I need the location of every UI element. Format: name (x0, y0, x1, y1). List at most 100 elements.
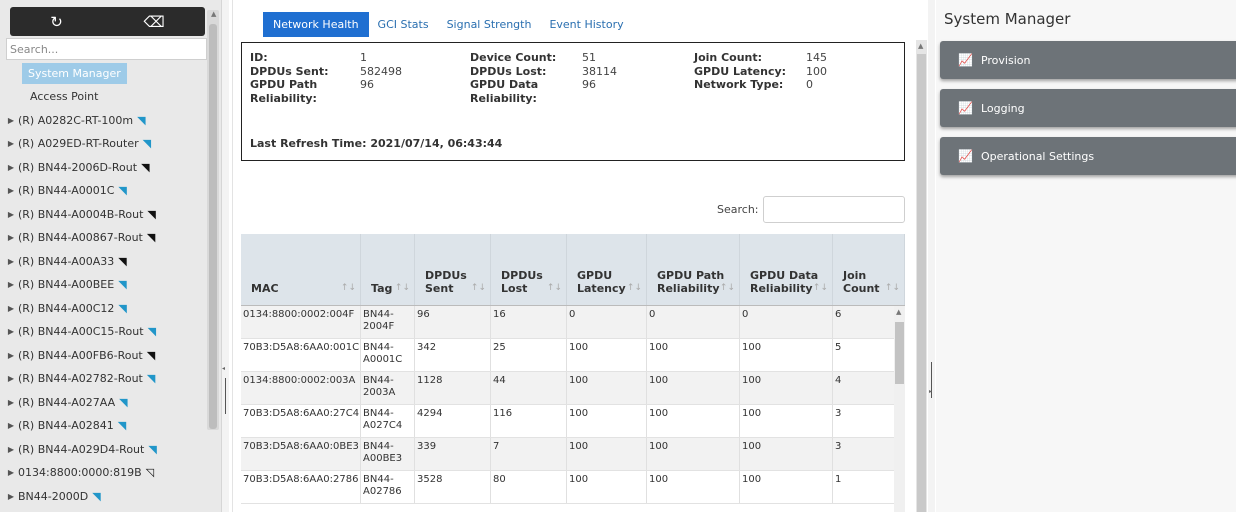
column-header[interactable]: GPDU Data Reliability ↑↓ (740, 234, 833, 305)
left-splitter[interactable]: ◂ (222, 0, 229, 512)
tree-item[interactable]: ▶ (R) BN44-A027AA ◥ (0, 391, 207, 415)
sort-icon[interactable]: ↑↓ (395, 282, 410, 295)
column-header[interactable]: DPDUs Lost ↑↓ (491, 234, 567, 305)
collapse-right-icon[interactable]: ▸ (929, 388, 932, 395)
table-cell: 70B3:D5A8:6AA0:0BE3 (241, 438, 361, 470)
summary-key: GPDU Data Reliability: (470, 78, 539, 105)
expand-caret-icon[interactable]: ▶ (0, 468, 18, 477)
wifi-signal-icon: ◥ (141, 160, 150, 174)
tree-item[interactable]: ▶ (R) BN44-A02841 ◥ (0, 414, 207, 438)
center-scroll-thumb[interactable] (917, 54, 926, 512)
sort-icon[interactable]: ↑↓ (547, 282, 562, 295)
table-row[interactable]: 70B3:D5A8:6AA0:2786 BN44-A02786 3528 80 100 1… (241, 471, 905, 504)
tree-item[interactable]: ▶ (R) BN44-A00A33 ◥ (0, 250, 207, 274)
tree-item[interactable]: ▶ (R) BN44-A00C12 ◥ (0, 297, 207, 321)
column-header[interactable]: Join Count ↑↓ (833, 234, 905, 305)
tree-item-label: (R) BN44-A00BEE (18, 278, 115, 292)
tab-event-history[interactable]: Event History (540, 12, 632, 37)
wifi-signal-icon: ◥ (92, 489, 101, 503)
expand-caret-icon[interactable]: ▶ (0, 398, 18, 407)
table-scrollbar[interactable]: ▲ (894, 306, 905, 512)
table-search-input[interactable] (762, 196, 905, 223)
table-row[interactable]: 0134:8800:0002:003A BN44-2003A 1128 44 100 10… (241, 372, 905, 405)
sort-icon[interactable]: ↑↓ (471, 282, 486, 295)
expand-caret-icon[interactable]: ▶ (0, 327, 18, 336)
expand-caret-icon[interactable]: ▶ (0, 163, 18, 172)
tree-item[interactable]: ▶ (R) BN44-2006D-Rout ◥ (0, 156, 207, 180)
summary-value: 96 (360, 78, 374, 91)
sort-icon[interactable]: ↑↓ (341, 282, 356, 295)
column-header[interactable]: MAC ↑↓ (241, 234, 361, 305)
tree-item[interactable]: ▶ (R) BN44-A00C15-Rout ◥ (0, 320, 207, 344)
tree-item[interactable]: ▶ (R) BN44-A00BEE ◥ (0, 273, 207, 297)
tree-item[interactable]: System Manager (22, 63, 127, 84)
system-manager-panel: System Manager 📈 Provision 📈 Logging 📈 Operat… (936, 0, 1236, 512)
tree-item[interactable]: Access Point (0, 85, 207, 109)
tree-item[interactable]: ▶ (R) BN44-A02782-Rout ◥ (0, 367, 207, 391)
column-header[interactable]: GPDU Path Reliability ↑↓ (647, 234, 740, 305)
column-header[interactable]: Tag ↑↓ (361, 234, 415, 305)
table-row[interactable]: 70B3:D5A8:6AA0:27C4 BN44-A027C4 4294 116 100… (241, 405, 905, 438)
tree-item[interactable]: ▶ (R) BN44-A0001C ◥ (0, 179, 207, 203)
table-row[interactable]: 70B3:D5A8:6AA0:001C BN44-A0001C 342 25 100 10… (241, 339, 905, 372)
accordion-provision[interactable]: 📈 Provision (940, 41, 1236, 79)
expand-caret-icon[interactable]: ▶ (0, 304, 18, 313)
table-row[interactable]: 0134:8800:0002:004F BN44-2004F 96 16 0 0 0 6 (241, 306, 905, 339)
eraser-icon[interactable]: ⌫ (143, 13, 164, 31)
tree-item[interactable]: ▶ (R) BN44-A0004B-Rout ◥ (0, 203, 207, 227)
expand-caret-icon[interactable]: ▶ (0, 280, 18, 289)
sort-icon[interactable]: ↑↓ (720, 282, 735, 295)
tree-search-input[interactable] (6, 38, 207, 60)
tab-network-health[interactable]: Network Health (263, 12, 369, 37)
expand-caret-icon[interactable]: ▶ (0, 139, 18, 148)
column-header[interactable]: DPDUs Sent ↑↓ (415, 234, 491, 305)
splitter-grip[interactable] (225, 378, 226, 414)
tree-item-label: (R) BN44-2006D-Rout (18, 160, 138, 174)
scroll-up-arrow-icon[interactable]: ▲ (211, 10, 216, 18)
table-cell: 0 (740, 306, 833, 338)
expand-caret-icon[interactable]: ▶ (0, 186, 18, 195)
table-row[interactable]: 70B3:D5A8:6AA0:0BE3 BN44-A00BE3 339 7 100 100… (241, 438, 905, 471)
tree-item[interactable]: ▶ (R) BN44-A029D4-Rout ◥ (0, 438, 207, 462)
expand-caret-icon[interactable]: ▶ (0, 492, 18, 501)
expand-caret-icon[interactable]: ▶ (0, 233, 18, 242)
expand-caret-icon[interactable]: ▶ (0, 351, 18, 360)
center-scrollbar[interactable]: ▲ (916, 40, 927, 512)
tree-item[interactable]: ▶ (R) A029ED-RT-Router ◥ (0, 132, 207, 156)
tree-item[interactable]: ▶ BN44-2000D ◥ (0, 485, 207, 509)
sidebar-scroll-thumb[interactable] (209, 24, 217, 429)
expand-caret-icon[interactable]: ▶ (0, 210, 18, 219)
accordion-logging[interactable]: 📈 Logging (940, 89, 1236, 127)
tree-item[interactable]: ▶ 0134:8800:0000:819B ◹ (0, 461, 207, 485)
tree-item-label: BN44-2000D (18, 489, 89, 503)
tab-signal-strength[interactable]: Signal Strength (438, 12, 541, 37)
table-scroll-thumb[interactable] (895, 322, 904, 384)
tree-item[interactable]: ▶ (R) BN44-A00867-Rout ◥ (0, 226, 207, 250)
collapse-left-icon[interactable]: ◂ (222, 365, 225, 372)
tree-item-label: (R) BN44-A029D4-Rout (18, 442, 145, 456)
accordion-operational-settings[interactable]: 📈 Operational Settings (940, 137, 1236, 175)
table-cell: 100 (567, 372, 647, 404)
expand-caret-icon[interactable]: ▶ (0, 445, 18, 454)
column-header[interactable]: GPDU Latency ↑↓ (567, 234, 647, 305)
table-cell: 100 (647, 372, 740, 404)
sort-icon[interactable]: ↑↓ (885, 282, 900, 295)
sort-icon[interactable]: ↑↓ (627, 282, 642, 295)
expand-caret-icon[interactable]: ▶ (0, 257, 18, 266)
table-cell: 100 (647, 339, 740, 371)
expand-caret-icon[interactable]: ▶ (0, 421, 18, 430)
tree-item[interactable]: ▶ (R) BN44-A00FB6-Rout ◥ (0, 344, 207, 368)
table-scroll-up-icon[interactable]: ▲ (896, 308, 901, 316)
tab-gci-stats[interactable]: GCI Stats (369, 12, 438, 37)
table-cell: 25 (491, 339, 567, 371)
sort-icon[interactable]: ↑↓ (813, 282, 828, 295)
expand-caret-icon[interactable]: ▶ (0, 374, 18, 383)
sidebar-scrollbar[interactable] (207, 10, 219, 430)
center-scroll-up-icon[interactable]: ▲ (918, 42, 923, 50)
wifi-signal-icon: ◥ (146, 348, 156, 362)
right-splitter[interactable]: ▸ (928, 0, 935, 512)
refresh-icon[interactable]: ↻ (50, 13, 63, 31)
expand-caret-icon[interactable]: ▶ (0, 116, 18, 125)
table-search-label: Search: (717, 203, 759, 216)
tree-item[interactable]: ▶ (R) A0282C-RT-100m ◥ (0, 109, 207, 133)
